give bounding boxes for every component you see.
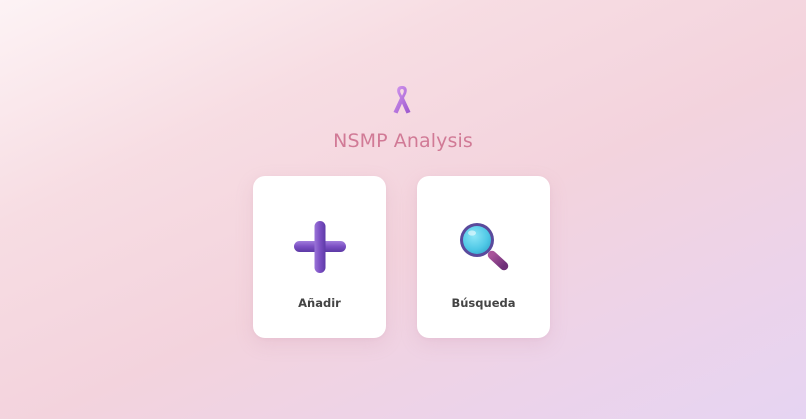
search-button-label: Búsqueda (451, 296, 516, 310)
search-button[interactable]: Búsqueda (417, 176, 550, 338)
page-title: NSMP Analysis (333, 130, 473, 152)
awareness-ribbon-icon (393, 86, 411, 114)
add-button-label: Añadir (298, 296, 341, 310)
magnifier-icon (460, 223, 509, 271)
add-button[interactable]: Añadir (253, 176, 386, 338)
plus-icon (294, 221, 346, 273)
